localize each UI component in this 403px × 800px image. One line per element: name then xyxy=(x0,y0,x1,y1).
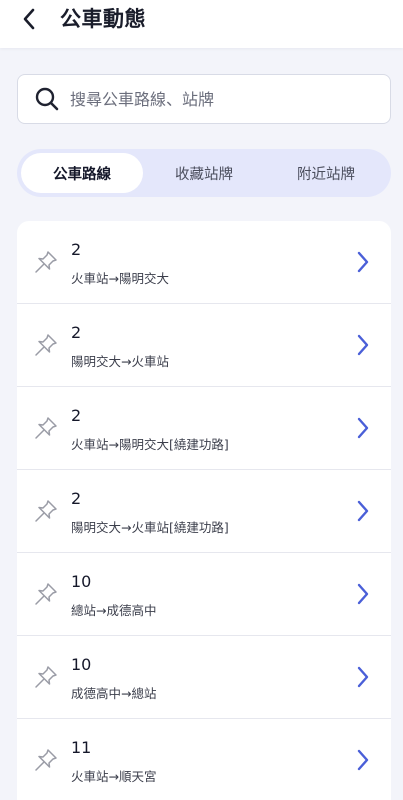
pin-icon[interactable] xyxy=(33,249,59,275)
search-input[interactable] xyxy=(70,79,390,119)
chevron-right-icon xyxy=(357,334,369,356)
pin-icon[interactable] xyxy=(33,415,59,441)
route-direction: 火車站→陽明交大 xyxy=(71,271,169,286)
route-row[interactable]: 10 總站→成德高中 xyxy=(17,553,391,636)
route-row[interactable]: 2 火車站→陽明交大[繞建功路] xyxy=(17,387,391,470)
pin-icon[interactable] xyxy=(33,747,59,773)
tab-saved-stops[interactable]: 收藏站牌 xyxy=(143,153,265,193)
search-bar[interactable] xyxy=(17,74,391,124)
tab-bus-routes[interactable]: 公車路線 xyxy=(21,153,143,193)
route-number: 2 xyxy=(71,323,82,342)
chevron-right-icon xyxy=(357,251,369,273)
pin-icon[interactable] xyxy=(33,332,59,358)
pin-icon[interactable] xyxy=(33,664,59,690)
pin-icon[interactable] xyxy=(33,581,59,607)
route-number: 2 xyxy=(71,406,82,425)
pin-icon[interactable] xyxy=(33,498,59,524)
route-direction: 陽明交大→火車站[繞建功路] xyxy=(71,520,229,535)
search-icon xyxy=(34,86,60,112)
route-list: 2 火車站→陽明交大 2 陽明交大→火車站 2 火車站→陽明交大[繞建功路] 2… xyxy=(17,221,391,800)
route-direction: 陽明交大→火車站 xyxy=(71,354,169,369)
app-header: 公車動態 xyxy=(0,0,403,48)
chevron-right-icon xyxy=(357,500,369,522)
back-button[interactable] xyxy=(14,4,44,34)
chevron-right-icon xyxy=(357,666,369,688)
route-row[interactable]: 11 火車站→順天宮 xyxy=(17,719,391,800)
tab-bar: 公車路線 收藏站牌 附近站牌 xyxy=(17,149,391,197)
route-direction: 火車站→陽明交大[繞建功路] xyxy=(71,437,229,452)
page-title: 公車動態 xyxy=(60,7,146,31)
route-number: 10 xyxy=(71,655,92,674)
route-row[interactable]: 2 陽明交大→火車站[繞建功路] xyxy=(17,470,391,553)
route-direction: 火車站→順天宮 xyxy=(71,769,157,784)
route-direction: 總站→成德高中 xyxy=(71,603,157,618)
route-row[interactable]: 10 成德高中→總站 xyxy=(17,636,391,719)
route-row[interactable]: 2 陽明交大→火車站 xyxy=(17,304,391,387)
route-number: 10 xyxy=(71,572,92,591)
chevron-right-icon xyxy=(357,583,369,605)
route-number: 11 xyxy=(71,738,92,757)
route-number: 2 xyxy=(71,489,82,508)
route-direction: 成德高中→總站 xyxy=(71,686,157,701)
chevron-left-icon xyxy=(23,8,35,30)
route-row[interactable]: 2 火車站→陽明交大 xyxy=(17,221,391,304)
tab-nearby-stops[interactable]: 附近站牌 xyxy=(265,153,387,193)
chevron-right-icon xyxy=(357,417,369,439)
route-number: 2 xyxy=(71,240,82,259)
chevron-right-icon xyxy=(357,749,369,771)
